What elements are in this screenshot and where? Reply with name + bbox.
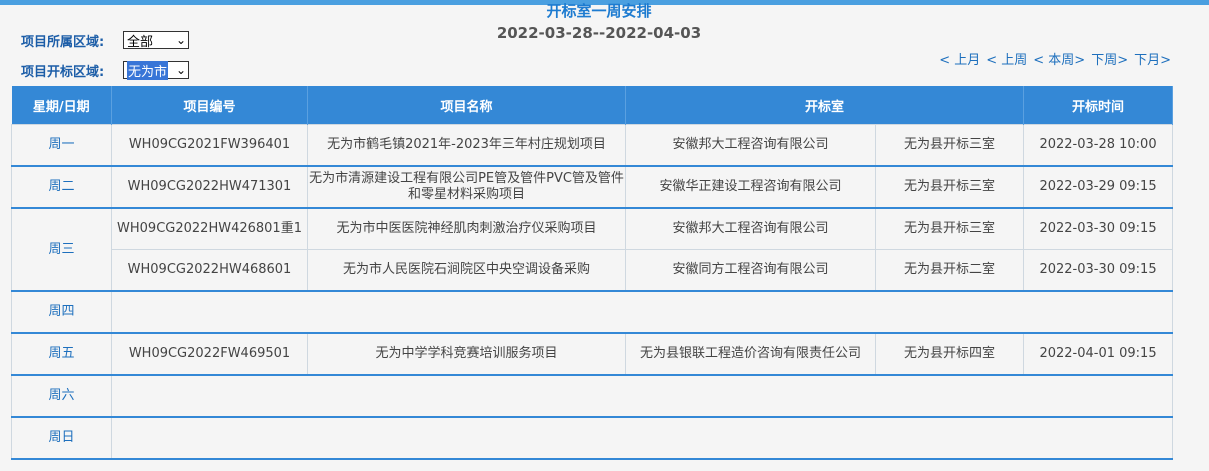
room-cell: 无为县开标二室 xyxy=(874,249,1025,292)
table-header-row: 星期/日期 项目编号 项目名称 开标室 开标时间 xyxy=(11,86,1174,125)
day-cell: 周四 xyxy=(11,290,112,334)
agency-cell: 安徽同方工程咨询有限公司 xyxy=(625,249,876,292)
region-select-value: 全部 xyxy=(127,34,154,50)
date-range: 2022-03-28--2022-04-03 xyxy=(496,24,702,42)
filter-panel: 项目所属区域: 全部 ⌄ 项目开标区域: 无为市 ⌄ xyxy=(21,29,189,89)
room-cell: 无为县开标四室 xyxy=(874,332,1025,376)
column-header-room: 开标室 xyxy=(625,86,1025,125)
prev-month-link[interactable]: < 上月 xyxy=(939,49,980,68)
region-select[interactable]: 全部 ⌄ xyxy=(123,31,189,50)
project-code-cell: WH09CG2022HW468601 xyxy=(111,249,308,292)
empty-cell xyxy=(110,374,1174,418)
time-cell: 2022-03-30 09:15 xyxy=(1023,249,1174,292)
column-header-code: 项目编号 xyxy=(111,86,308,125)
agency-cell: 安徽华正建设工程咨询有限公司 xyxy=(625,165,876,209)
project-code-cell: WH09CG2022FW469501 xyxy=(111,332,308,376)
region-filter-row: 项目所属区域: 全部 ⌄ xyxy=(21,29,189,51)
prev-week-link[interactable]: < 上周 xyxy=(986,49,1027,68)
open-region-select[interactable]: 无为市 ⌄ xyxy=(123,60,189,80)
time-cell: 2022-03-28 10:00 xyxy=(1023,124,1174,167)
day-cell: 周三 xyxy=(11,207,112,292)
time-cell: 2022-03-29 09:15 xyxy=(1023,165,1174,209)
project-name-cell[interactable]: 无为市清源建设工程有限公司PE管及管件PVC管及管件和零星材料采购项目 xyxy=(307,165,626,209)
day-cell: 周六 xyxy=(11,374,112,418)
room-cell: 无为县开标三室 xyxy=(874,124,1025,167)
region-filter-label: 项目所属区域: xyxy=(21,34,105,50)
table-row: 周四 xyxy=(11,290,1174,334)
agency-cell: 无为县银联工程造价咨询有限责任公司 xyxy=(625,332,876,376)
empty-cell xyxy=(110,290,1174,334)
column-header-name: 项目名称 xyxy=(307,86,626,125)
project-name-cell[interactable]: 无为市鹤毛镇2021年-2023年三年村庄规划项目 xyxy=(307,124,626,167)
time-cell: 2022-03-30 09:15 xyxy=(1023,207,1174,250)
empty-cell xyxy=(110,416,1174,460)
day-cell: 周一 xyxy=(11,124,112,167)
chevron-down-icon: ⌄ xyxy=(175,33,186,47)
week-navigation: < 上月 < 上周 < 本周> 下周> 下月> xyxy=(933,49,1171,68)
schedule-table: 星期/日期 项目编号 项目名称 开标室 开标时间 周一 WH09CG2021FW… xyxy=(11,86,1174,460)
room-cell: 无为县开标三室 xyxy=(874,165,1025,209)
open-region-filter-row: 项目开标区域: 无为市 ⌄ xyxy=(21,59,189,81)
day-cell: 周二 xyxy=(11,165,112,209)
table-row: WH09CG2022HW468601 无为市人民医院石涧院区中央空调设备采购 安… xyxy=(12,249,1174,292)
table-row: 周日 xyxy=(11,416,1174,460)
table-row: 周三 WH09CG2022HW426801重1 无为市中医医院神经肌肉刺激治疗仪… xyxy=(11,207,1174,292)
chevron-down-icon: ⌄ xyxy=(175,63,186,77)
table-row: 周六 xyxy=(11,374,1174,418)
open-region-select-value: 无为市 xyxy=(127,60,169,80)
next-month-link[interactable]: 下月> xyxy=(1134,49,1171,68)
time-cell: 2022-04-01 09:15 xyxy=(1023,332,1174,376)
open-region-filter-label: 项目开标区域: xyxy=(21,64,105,80)
table-row: 周五 WH09CG2022FW469501 无为中学学科竞赛培训服务项目 无为县… xyxy=(11,332,1174,376)
column-header-day: 星期/日期 xyxy=(11,86,112,125)
project-name-cell[interactable]: 无为中学学科竞赛培训服务项目 xyxy=(307,332,626,376)
next-week-link[interactable]: 下周> xyxy=(1091,49,1128,68)
day-cell: 周日 xyxy=(11,416,112,460)
project-code-cell: WH09CG2021FW396401 xyxy=(111,124,308,167)
table-row: 周一 WH09CG2021FW396401 无为市鹤毛镇2021年-2023年三… xyxy=(11,124,1174,167)
project-code-cell: WH09CG2022HW471301 xyxy=(111,165,308,209)
this-week-link[interactable]: < 本周> xyxy=(1033,49,1085,68)
room-cell: 无为县开标三室 xyxy=(874,207,1025,250)
project-name-cell[interactable]: 无为市中医医院神经肌肉刺激治疗仪采购项目 xyxy=(307,207,626,250)
agency-cell: 安徽邦大工程咨询有限公司 xyxy=(625,124,876,167)
table-row: 周二 WH09CG2022HW471301 无为市清源建设工程有限公司PE管及管… xyxy=(11,165,1174,209)
project-name-cell[interactable]: 无为市人民医院石涧院区中央空调设备采购 xyxy=(307,249,626,292)
agency-cell: 安徽邦大工程咨询有限公司 xyxy=(625,207,876,250)
page-title: 开标室一周安排 xyxy=(546,2,652,20)
column-header-time: 开标时间 xyxy=(1023,86,1174,125)
project-code-cell: WH09CG2022HW426801重1 xyxy=(111,207,308,250)
day-cell: 周五 xyxy=(11,332,112,376)
